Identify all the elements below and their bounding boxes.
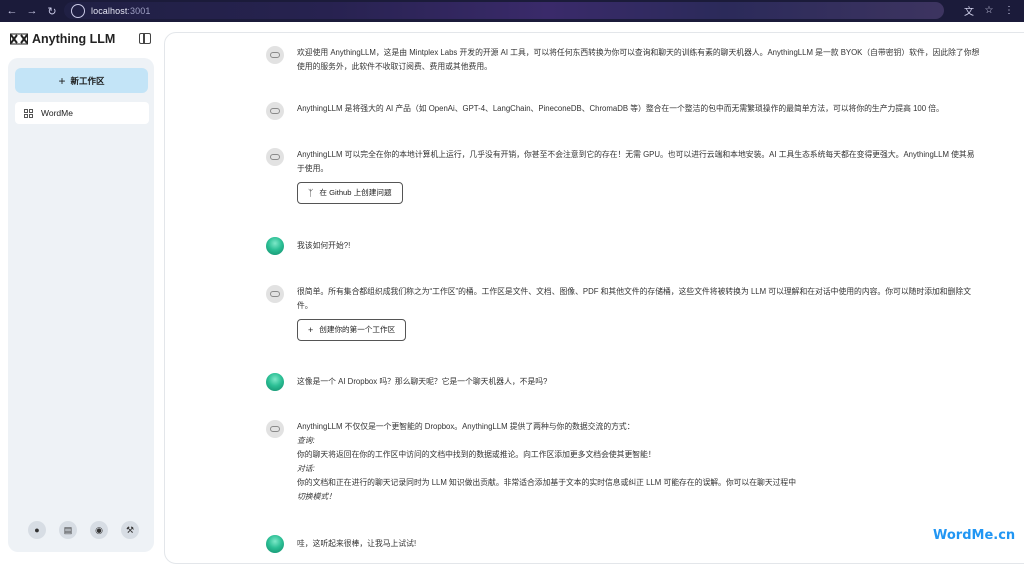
sidebar-toggle-icon[interactable] (139, 33, 151, 44)
chat-message-user: 哇，这听起来很棒，让我马上试试! (266, 535, 982, 553)
back-icon[interactable]: ← (4, 3, 20, 19)
workspace-item-wordme[interactable]: WordMe (15, 102, 149, 124)
bot-avatar-icon (266, 46, 284, 64)
menu-icon[interactable]: ⋮ (1002, 3, 1016, 17)
message-line: 你的文档和正在进行的聊天记录同时为 LLM 知识做出贡献。非常适合添加基于文本的… (297, 478, 797, 487)
message-line: 查询: (297, 436, 315, 445)
bot-avatar-icon (266, 420, 284, 438)
message-line: 切换模式！ (297, 492, 336, 501)
message-line: 你的聊天将返回在你的工作区中访问的文档中找到的数据或推论。向工作区添加更多文档会… (297, 450, 656, 459)
git-branch-icon: ᛉ (308, 188, 314, 198)
browser-toolbar: ← → ↻ localhost:3001 文 ☆ ⋮ (0, 0, 1024, 22)
message-text: 我该如何开始?! (297, 241, 351, 250)
app-name: Anything LLM (32, 32, 116, 46)
address-bar[interactable]: localhost:3001 (64, 2, 944, 19)
settings-icon[interactable]: ⚒ (121, 521, 139, 539)
github-issue-button[interactable]: ᛉ 在 Github 上创建问题 (297, 182, 403, 204)
user-avatar-icon (266, 237, 284, 255)
chat-message-bot: AnythingLLM 可以完全在你的本地计算机上运行，几乎没有开销，你甚至不会… (266, 148, 982, 204)
create-workspace-button[interactable]: + 创建你的第一个工作区 (297, 319, 407, 341)
chat-message-bot: 很简单。所有集合都组织成我们称之为“工作区”的桶。工作区是文件、文档、图像、PD… (266, 285, 982, 341)
workspace-item-label: WordMe (41, 108, 73, 118)
message-text: 哇，这听起来很棒，让我马上试试! (297, 539, 417, 548)
docs-icon[interactable]: ▤ (59, 521, 77, 539)
message-text: 这像是一个 AI Dropbox 吗？那么聊天呢？它是一个聊天机器人，不是吗? (297, 377, 548, 386)
reload-icon[interactable]: ↻ (44, 3, 60, 19)
chat-message-user: 这像是一个 AI Dropbox 吗？那么聊天呢？它是一个聊天机器人，不是吗? (266, 373, 982, 391)
chat-message-bot: AnythingLLM 不仅仅是一个更智能的 Dropbox。AnythingL… (266, 420, 982, 504)
sidebar: + 新工作区 WordMe ● ▤ ◉ ⚒ (8, 58, 154, 552)
message-text: 欢迎使用 AnythingLLM，这是由 Mintplex Labs 开发的开源… (297, 48, 980, 71)
app-logo: Anything LLM (10, 32, 115, 46)
chat-message-bot: AnythingLLM 是将强大的 AI 产品（如 OpenAi、GPT-4、L… (266, 102, 982, 120)
translate-icon[interactable]: 文 (962, 3, 976, 18)
browser-actions: 文 ☆ ⋮ (962, 3, 1016, 18)
user-avatar-icon (266, 535, 284, 553)
url-text: localhost:3001 (91, 5, 151, 16)
forward-icon[interactable]: → (24, 3, 40, 19)
message-line: 对话: (297, 464, 315, 473)
message-text: 很简单。所有集合都组织成我们称之为“工作区”的桶。工作区是文件、文档、图像、PD… (297, 287, 971, 310)
discord-icon[interactable]: ◉ (90, 521, 108, 539)
watermark: WordMe.cn (933, 528, 1016, 543)
new-workspace-button[interactable]: + 新工作区 (15, 68, 148, 93)
message-text: AnythingLLM 是将强大的 AI 产品（如 OpenAi、GPT-4、L… (297, 104, 944, 113)
new-workspace-label: 新工作区 (70, 75, 105, 86)
message-body: 很简单。所有集合都组织成我们称之为“工作区”的桶。工作区是文件、文档、图像、PD… (297, 285, 982, 341)
plus-icon: + (308, 325, 314, 335)
message-body: AnythingLLM 可以完全在你的本地计算机上运行，几乎没有开销，你甚至不会… (297, 148, 982, 204)
user-avatar-icon (266, 373, 284, 391)
github-issue-label: 在 Github 上创建问题 (319, 188, 392, 197)
message-body: AnythingLLM 不仅仅是一个更智能的 Dropbox。AnythingL… (297, 420, 982, 504)
plus-icon: + (58, 73, 66, 88)
bot-avatar-icon (266, 148, 284, 166)
workspace-grid-icon (24, 108, 33, 118)
message-line: AnythingLLM 不仅仅是一个更智能的 Dropbox。AnythingL… (297, 422, 635, 431)
github-icon[interactable]: ● (28, 521, 46, 539)
site-info-icon[interactable] (71, 3, 85, 18)
star-icon[interactable]: ☆ (982, 3, 996, 17)
sidebar-footer: ● ▤ ◉ ⚒ (28, 521, 139, 539)
create-workspace-label: 创建你的第一个工作区 (319, 325, 396, 334)
chat-message-user: 我该如何开始?! (266, 237, 982, 255)
message-text: AnythingLLM 可以完全在你的本地计算机上运行，几乎没有开销，你甚至不会… (297, 150, 975, 173)
chat-message-bot: 欢迎使用 AnythingLLM，这是由 Mintplex Labs 开发的开源… (266, 46, 982, 74)
anything-llm-logo-icon (10, 33, 28, 45)
bot-avatar-icon (266, 285, 284, 303)
bot-avatar-icon (266, 102, 284, 120)
